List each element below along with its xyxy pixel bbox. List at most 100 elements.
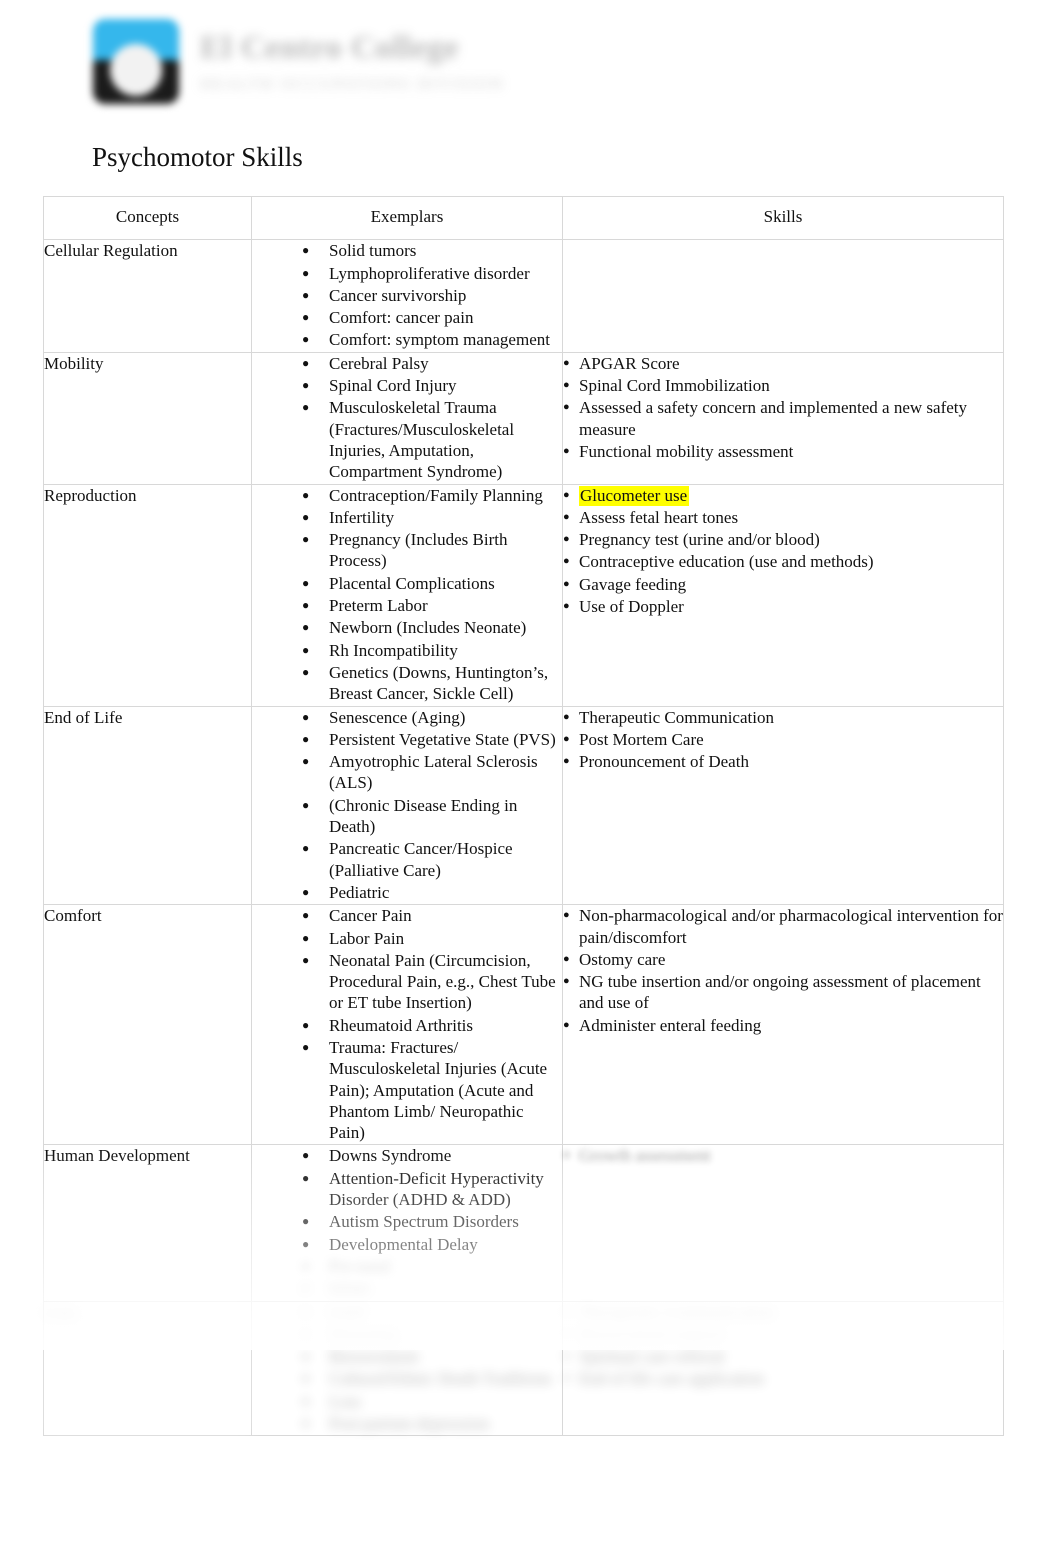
institution-name: El Centro College	[200, 30, 460, 66]
list-item-obscured: Mourning	[302, 1323, 562, 1345]
list-item: Lymphoproliferative disorder	[302, 262, 562, 284]
list-item-highlighted: Glucometer use	[563, 484, 1003, 506]
exemplars-cell: Solid tumors Lymphoproliferative disorde…	[251, 239, 563, 353]
list-item: Gavage feeding	[563, 573, 1003, 595]
list-item: Ostomy care	[563, 948, 1003, 970]
list-item: Amyotrophic Lateral Sclerosis (ALS)	[302, 750, 562, 794]
list-item: Neonatal Pain (Circumcision, Procedural …	[302, 949, 562, 1014]
skills-list: Glucometer use Assess fetal heart tones …	[563, 484, 1003, 618]
concept-cell-obscured: Loss	[43, 1300, 252, 1437]
list-item-obscured: Grief	[302, 1301, 562, 1323]
table-body: Cellular Regulation Solid tumors Lymphop…	[43, 239, 1004, 1437]
skills-list: Growth assessment	[563, 1144, 1003, 1166]
table-header: Concepts Exemplars Skills	[43, 195, 1004, 241]
list-item: Persistent Vegetative State (PVS)	[302, 728, 562, 750]
list-item: Genetics (Downs, Huntington’s, Breast Ca…	[302, 661, 562, 705]
list-item: Comfort: symptom management	[302, 328, 562, 350]
list-item: Placental Complications	[302, 572, 562, 594]
list-item: Preterm Labor	[302, 594, 562, 616]
list-item-obscured: Pre-natal	[302, 1255, 562, 1277]
list-item: Labor Pain	[302, 926, 562, 948]
list-item: Solid tumors	[302, 239, 562, 261]
list-item: Developmental Delay	[302, 1233, 562, 1255]
concept-label: Mobility	[44, 353, 104, 373]
exemplars-list: Contraception/Family Planning Infertilit…	[252, 484, 562, 705]
list-item: Cerebral Palsy	[302, 352, 562, 374]
exemplars-list: Solid tumors Lymphoproliferative disorde…	[252, 239, 562, 350]
list-item: Use of Doppler	[563, 595, 1003, 617]
table-header-row: Concepts Exemplars Skills	[43, 195, 1004, 241]
concept-label: End of Life	[44, 707, 123, 727]
table-row: Mobility Cerebral Palsy Spinal Cord Inju…	[43, 351, 1004, 485]
skills-list: APGAR Score Spinal Cord Immobilization A…	[563, 352, 1003, 462]
skills-cell: Growth assessment	[562, 1144, 1004, 1302]
list-item: Pancreatic Cancer/Hospice (Palliative Ca…	[302, 837, 562, 881]
column-header-exemplars: Exemplars	[251, 195, 563, 241]
concept-label-obscured: Loss	[44, 1302, 77, 1322]
college-logo-icon	[88, 16, 184, 108]
skills-cell: Non-pharmacological and/or pharmacologic…	[562, 904, 1004, 1146]
exemplars-cell: Cerebral Palsy Spinal Cord Injury Muscul…	[251, 352, 563, 485]
letterhead: El Centro College HEALTH OCCUPATIONS DIV…	[88, 14, 504, 110]
concept-cell: End of Life	[43, 705, 252, 906]
list-item: Cancer survivorship	[302, 284, 562, 306]
exemplars-cell: Downs Syndrome Attention-Deficit Hyperac…	[251, 1144, 563, 1302]
concept-label: Comfort	[44, 906, 102, 926]
exemplars-list: Cerebral Palsy Spinal Cord Injury Muscul…	[252, 352, 562, 483]
exemplars-list: Cancer Pain Labor Pain Neonatal Pain (Ci…	[252, 904, 562, 1143]
concept-cell: Human Development	[43, 1144, 252, 1302]
list-item: Spinal Cord Injury	[302, 374, 562, 396]
letterhead-text-block: El Centro College HEALTH OCCUPATIONS DIV…	[200, 30, 504, 94]
list-item: Rh Incompatibility	[302, 639, 562, 661]
list-item-obscured: Bereavement	[302, 1345, 562, 1367]
page-title: Psychomotor Skills	[92, 142, 303, 172]
list-item: Comfort: cancer pain	[302, 306, 562, 328]
list-item: APGAR Score	[563, 352, 1003, 374]
column-header-skills: Skills	[562, 195, 1004, 241]
list-item-obscured: Infant	[302, 1277, 562, 1299]
psychomotor-skills-table: Concepts Exemplars Skills Cellular Regul…	[43, 195, 1004, 1437]
skills-cell: Glucometer use Assess fetal heart tones …	[562, 484, 1004, 707]
concept-cell: Mobility	[43, 351, 252, 485]
list-item: Autism Spectrum Disorders	[302, 1210, 562, 1232]
concept-label: Cellular Regulation	[44, 241, 178, 261]
exemplars-cell-obscured: Grief Mourning Bereavement Cultural/Ethn…	[251, 1301, 563, 1437]
list-item: Downs Syndrome	[302, 1144, 562, 1166]
exemplars-cell: Cancer Pain Labor Pain Neonatal Pain (Ci…	[251, 904, 563, 1146]
list-item: Infertility	[302, 506, 562, 528]
list-item-obscured: End of life care application	[563, 1367, 1003, 1389]
column-header-concepts: Concepts	[43, 195, 252, 241]
table-row: Human Development Downs Syndrome Attenti…	[43, 1144, 1004, 1302]
list-item: Attention-Deficit Hyperactivity Disorder…	[302, 1167, 562, 1211]
exemplars-list: Downs Syndrome Attention-Deficit Hyperac…	[252, 1144, 562, 1299]
list-item-obscured: Loss	[302, 1390, 562, 1412]
list-item: Trauma: Fractures/ Musculoskeletal Injur…	[302, 1036, 562, 1143]
list-item: Rheumatoid Arthritis	[302, 1014, 562, 1036]
list-item-obscured: Cultural/Ethnic Death Traditions	[302, 1367, 562, 1389]
table-row: Reproduction Contraception/Family Planni…	[43, 484, 1004, 707]
skills-list: Therapeutic Communication Post Mortem Ca…	[563, 706, 1003, 773]
list-item: (Chronic Disease Ending in Death)	[302, 794, 562, 838]
institution-subtitle: HEALTH OCCUPATIONS DIVISION	[200, 76, 505, 93]
list-item-obscured: Spiritual care referral	[563, 1345, 1003, 1367]
skills-list: Non-pharmacological and/or pharmacologic…	[563, 904, 1003, 1036]
list-item: Contraceptive education (use and methods…	[563, 550, 1003, 572]
list-item: Pediatric	[302, 881, 562, 903]
list-item: Post Mortem Care	[563, 728, 1003, 750]
exemplars-cell: Contraception/Family Planning Infertilit…	[251, 484, 563, 707]
concept-cell: Comfort	[43, 904, 252, 1146]
list-item: Assessed a safety concern and implemente…	[563, 396, 1003, 440]
skills-cell: Therapeutic Communication Post Mortem Ca…	[562, 706, 1004, 906]
skills-cell: APGAR Score Spinal Cord Immobilization A…	[562, 352, 1004, 485]
highlighted-skill-text: Glucometer use	[579, 485, 690, 506]
list-item: Functional mobility assessment	[563, 440, 1003, 462]
list-item: Pregnancy test (urine and/or blood)	[563, 528, 1003, 550]
exemplars-list-obscured: Grief Mourning Bereavement Cultural/Ethn…	[252, 1301, 562, 1435]
table-row: Cellular Regulation Solid tumors Lymphop…	[43, 239, 1004, 353]
table-row: Comfort Cancer Pain Labor Pain Neonatal …	[43, 904, 1004, 1146]
skills-list-obscured: Therapeutic Communication Bereavement su…	[563, 1301, 1003, 1390]
skills-cell	[562, 239, 1004, 353]
list-item: NG tube insertion and/or ongoing assessm…	[563, 970, 1003, 1014]
skills-cell-obscured: Therapeutic Communication Bereavement su…	[562, 1301, 1004, 1437]
list-item: Pregnancy (Includes Birth Process)	[302, 528, 562, 572]
